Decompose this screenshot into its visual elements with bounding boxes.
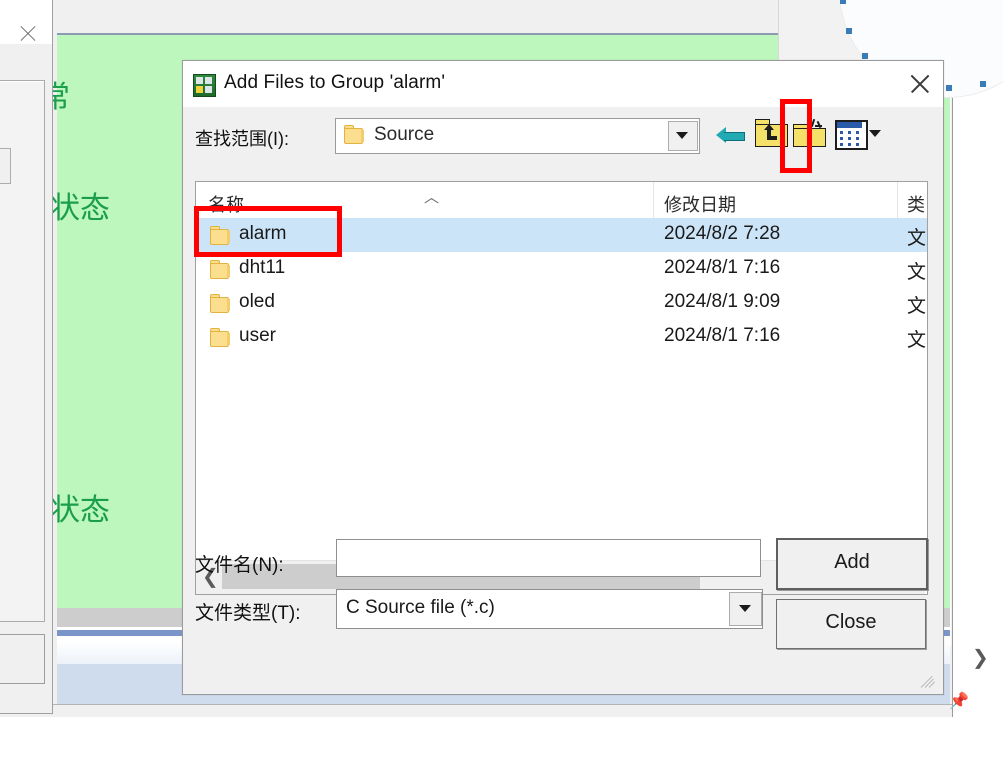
file-type-label: 文件类型(T): xyxy=(195,603,301,624)
file-type-combobox[interactable]: C Source file (*.c) xyxy=(336,589,763,629)
close-button[interactable]: Close xyxy=(776,599,926,649)
chevron-down-icon xyxy=(739,605,751,612)
look-in-dropdown-button[interactable] xyxy=(668,121,698,151)
file-type-cell: 文 xyxy=(907,262,927,283)
file-list-header: 名称 修改日期 类 ︿ xyxy=(196,182,927,219)
table-row[interactable]: alarm 2024/8/2 7:28 文 xyxy=(196,218,927,252)
folder-icon xyxy=(210,328,230,347)
view-mode-button[interactable] xyxy=(835,119,887,150)
look-in-value: Source xyxy=(374,124,435,145)
folder-icon xyxy=(210,294,230,313)
up-one-level-button[interactable] xyxy=(755,119,788,149)
arc-dot xyxy=(980,81,986,87)
arc-dot xyxy=(846,28,852,34)
look-in-combobox[interactable]: Source xyxy=(335,118,700,154)
column-header-date[interactable]: 修改日期 xyxy=(664,191,736,217)
new-folder-button[interactable] xyxy=(793,118,826,149)
add-button[interactable]: Add xyxy=(776,538,928,590)
file-name-cell: dht11 xyxy=(239,257,286,278)
file-type-cell: 文 xyxy=(907,296,927,317)
file-name-cell: user xyxy=(239,325,276,346)
scroll-right-icon[interactable]: ❯ xyxy=(972,645,989,670)
look-in-label: 查找范围(I): xyxy=(195,129,289,149)
arc-dot xyxy=(840,0,846,4)
left-partial-dialog-button[interactable] xyxy=(0,634,45,684)
ide-bottom-border xyxy=(0,704,952,717)
left-partial-dialog-field[interactable] xyxy=(0,148,11,184)
file-type-dropdown-button[interactable] xyxy=(729,592,762,626)
keil-uvision-icon xyxy=(193,74,216,97)
table-row[interactable]: oled 2024/8/1 9:09 文 xyxy=(196,286,927,320)
dialog-title: Add Files to Group 'alarm' xyxy=(224,72,446,93)
file-name-input[interactable] xyxy=(336,539,761,577)
add-files-dialog: Add Files to Group 'alarm' 查找范围(I): Sour… xyxy=(182,60,944,695)
file-list[interactable]: 名称 修改日期 类 ︿ alarm 2024/8/2 7:28 文 dht11 … xyxy=(195,181,928,595)
view-grid-icon xyxy=(835,120,868,150)
file-type-cell: 文 xyxy=(907,330,927,351)
column-header-name[interactable]: 名称 xyxy=(208,191,244,217)
arc-dot xyxy=(946,85,952,91)
folder-icon xyxy=(210,226,230,245)
folder-icon xyxy=(344,125,364,144)
chevron-down-icon xyxy=(676,132,688,139)
file-type-value: C Source file (*.c) xyxy=(346,597,495,618)
file-name-cell: alarm xyxy=(239,223,287,244)
table-row[interactable]: user 2024/8/1 7:16 文 xyxy=(196,320,927,354)
file-date-cell: 2024/8/1 7:16 xyxy=(664,325,781,346)
file-name-label: 文件名(N): xyxy=(195,555,284,576)
back-button[interactable] xyxy=(716,123,746,147)
auto-hide-pin-icon[interactable]: 📌 xyxy=(949,693,969,711)
chevron-down-icon xyxy=(869,130,881,137)
file-type-cell: 文 xyxy=(907,228,927,249)
folder-icon xyxy=(210,260,230,279)
file-date-cell: 2024/8/1 7:16 xyxy=(664,257,781,278)
sort-ascending-icon: ︿ xyxy=(424,189,440,206)
resize-grip[interactable] xyxy=(918,669,940,691)
file-list-rows: alarm 2024/8/2 7:28 文 dht11 2024/8/1 7:1… xyxy=(196,218,927,558)
table-row[interactable]: dht11 2024/8/1 7:16 文 xyxy=(196,252,927,286)
close-icon[interactable] xyxy=(17,23,39,45)
close-icon[interactable] xyxy=(906,70,934,98)
dialog-titlebar[interactable]: Add Files to Group 'alarm' xyxy=(183,61,943,107)
file-date-cell: 2024/8/1 9:09 xyxy=(664,291,781,312)
column-header-type[interactable]: 类 xyxy=(907,191,925,217)
file-date-cell: 2024/8/2 7:28 xyxy=(664,223,781,244)
file-name-cell: oled xyxy=(239,291,275,312)
arc-dot xyxy=(862,53,868,59)
